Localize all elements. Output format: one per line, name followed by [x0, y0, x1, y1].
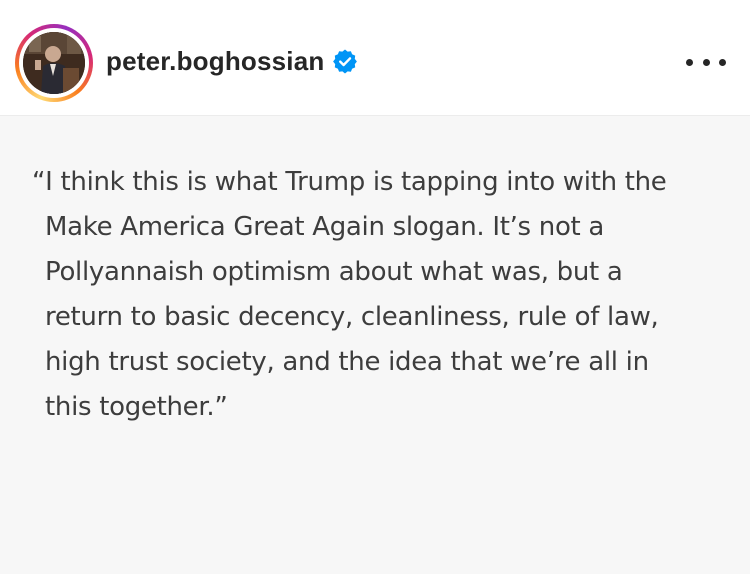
quote-line: this together.” [45, 392, 228, 422]
account-name-row: peter.boghossian [106, 44, 358, 78]
quote-line: Make America Great Again slogan. It’s no… [45, 212, 605, 242]
more-options-icon[interactable] [686, 50, 726, 74]
quote-line: return to basic decency, cleanliness, ru… [45, 302, 659, 332]
avatar-photo [23, 32, 85, 94]
avatar[interactable] [23, 32, 85, 94]
quote-line: “I think this is what Trump is tapping i… [32, 167, 667, 197]
quote-text: “I think this is what Trump is tapping i… [32, 160, 722, 430]
more-dot [686, 58, 693, 66]
more-dot [719, 58, 726, 66]
username-link[interactable]: peter.boghossian [106, 44, 324, 78]
quote-line: Pollyannaish optimism about what was, bu… [45, 257, 623, 287]
post-header: peter.boghossian [0, 0, 750, 116]
more-dot [702, 58, 710, 66]
quote-line: high trust society, and the idea that we… [45, 347, 649, 377]
verified-badge-icon [332, 48, 358, 74]
story-ring[interactable] [15, 24, 93, 102]
